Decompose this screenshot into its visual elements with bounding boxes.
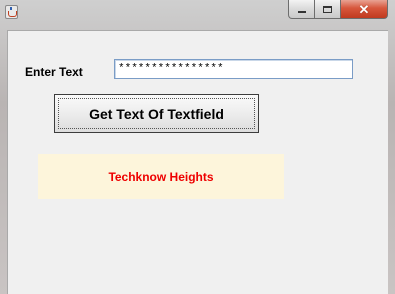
application-window: ✕ Enter Text Get Text Of Textfield Techk… <box>0 0 395 294</box>
close-icon: ✕ <box>358 1 370 17</box>
minimize-button[interactable] <box>288 0 315 19</box>
title-bar[interactable]: ✕ <box>0 0 395 24</box>
close-button[interactable]: ✕ <box>341 0 388 19</box>
enter-text-label: Enter Text <box>25 65 83 79</box>
output-text: Techknow Heights <box>108 169 214 184</box>
get-text-button-label: Get Text Of Textfield <box>89 105 224 122</box>
get-text-button[interactable]: Get Text Of Textfield <box>54 94 259 133</box>
minimize-icon <box>297 11 306 13</box>
maximize-icon <box>323 5 332 13</box>
content-panel: Enter Text Get Text Of Textfield Techkno… <box>7 30 388 294</box>
java-cup-icon[interactable] <box>5 5 18 19</box>
text-input-field[interactable] <box>114 59 353 79</box>
maximize-button[interactable] <box>315 0 341 19</box>
output-label-panel: Techknow Heights <box>38 154 284 199</box>
